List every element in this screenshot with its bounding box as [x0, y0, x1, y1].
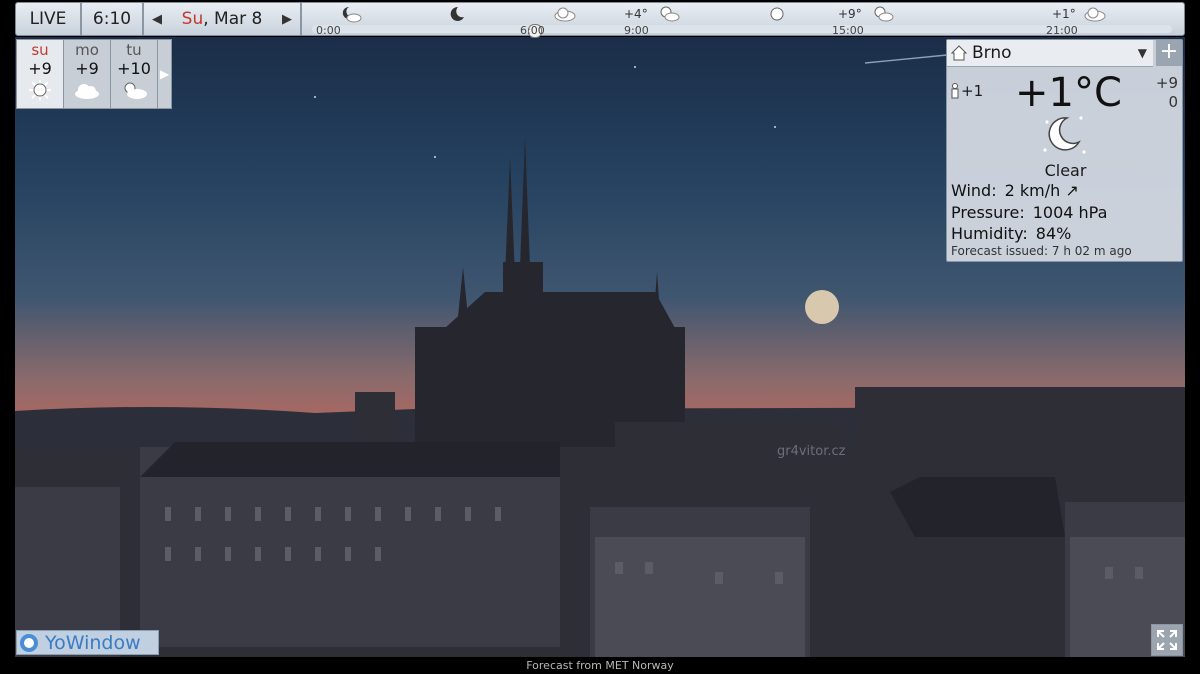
day-column[interactable]: mo +9 — [64, 40, 111, 108]
cloud-icon — [1084, 7, 1106, 22]
day-temp: +9 — [75, 59, 99, 78]
cloud-icon — [554, 7, 576, 22]
timeline-hour-label: 21:00 — [1046, 24, 1078, 37]
add-location-button[interactable]: + — [1156, 40, 1182, 66]
moon-icon — [450, 6, 464, 21]
day-name: mo — [75, 41, 99, 59]
high-low: +9 0 — [1156, 74, 1178, 112]
day-column[interactable]: su +9 — [17, 40, 64, 108]
scene-watermark: gr4vitor.cz — [777, 444, 846, 459]
day-column[interactable]: tu +10 — [111, 40, 158, 108]
forecast-source: Forecast from MET Norway — [526, 659, 674, 672]
location-selector[interactable]: Brno ▼ — [947, 40, 1153, 67]
chevron-down-icon[interactable]: ▼ — [1138, 46, 1147, 60]
moon-icon — [1043, 116, 1086, 154]
wind-value: 2 km/h — [1004, 181, 1061, 200]
fullscreen-button[interactable] — [1151, 624, 1183, 656]
forecast-issued: Forecast issued: 7 h 02 m ago — [951, 244, 1132, 258]
day-name: su — [31, 41, 49, 59]
expand-icon — [1157, 630, 1177, 650]
high-temp: +9 — [1155, 74, 1178, 92]
date-rest: , Mar 8 — [203, 9, 263, 29]
timeline-hour-label: 6:00 — [520, 24, 545, 37]
sun-icon — [29, 80, 51, 100]
moon-icon — [805, 290, 839, 324]
live-button[interactable]: LIVE — [16, 3, 82, 35]
timeline-track[interactable] — [312, 25, 1172, 33]
next-days-arrow-icon[interactable]: ▶ — [158, 40, 171, 108]
time-display[interactable]: 6:10 — [82, 3, 144, 35]
pressure-row: Pressure: 1004 hPa — [951, 203, 1107, 222]
feels-like: +1 — [949, 82, 983, 100]
humidity-label: Humidity: — [951, 224, 1028, 243]
date-label: Su, Mar 8 — [182, 9, 263, 29]
partly-cloudy-icon — [874, 6, 894, 22]
hourly-timeline[interactable]: +4° +9° +1° 0:00 6:00 9:00 15:00 21:00 — [302, 3, 1184, 38]
timeline-hour-label: 9:00 — [624, 24, 649, 37]
low-temp: 0 — [1168, 93, 1178, 111]
wind-label: Wind: — [951, 181, 997, 200]
top-bar: LIVE 6:10 ◀ Su, Mar 8 ▶ +4° +9° +1° 0:00… — [15, 2, 1185, 38]
location-name: Brno — [972, 43, 1012, 63]
condition-label: Clear — [1044, 161, 1087, 180]
person-icon — [951, 83, 959, 99]
app-name: YoWindow — [45, 631, 141, 654]
prev-day-arrow-icon[interactable]: ◀ — [152, 12, 162, 27]
day-temp: +10 — [117, 59, 151, 78]
yowindow-logo-button[interactable]: YoWindow — [16, 630, 159, 655]
timeline-temp-1: +4° — [624, 7, 648, 21]
sun-icon — [770, 7, 784, 21]
feels-like-value: +1 — [961, 82, 984, 100]
timeline-temp-2: +9° — [838, 7, 862, 21]
current-temperature: +1°C — [1015, 70, 1122, 116]
pressure-label: Pressure: — [951, 203, 1025, 222]
moon-cloud-icon — [342, 6, 362, 23]
timeline-temp-3: +1° — [1052, 7, 1076, 21]
day-temp: +9 — [28, 59, 52, 78]
timeline-hour-label: 15:00 — [832, 24, 864, 37]
wind-direction-icon: ↗ — [1065, 181, 1079, 200]
humidity-row: Humidity: 84% — [951, 224, 1071, 243]
current-weather-panel: Brno ▼ + +1 +1°C +9 0 Clear Wind: 2 km/h … — [946, 39, 1183, 262]
home-icon — [950, 45, 968, 61]
wind-row: Wind: 2 km/h ↗ — [951, 181, 1079, 200]
issued-value: 7 h 02 m ago — [1051, 244, 1132, 258]
humidity-value: 84% — [1035, 224, 1072, 243]
date-selector: ◀ Su, Mar 8 ▶ — [144, 3, 302, 35]
next-day-arrow-icon[interactable]: ▶ — [282, 12, 292, 27]
issued-label: Forecast issued: — [951, 244, 1049, 258]
daily-forecast: su +9 mo +9 tu +10 ▶ — [16, 39, 172, 109]
day-name: tu — [126, 41, 142, 59]
pressure-value: 1004 hPa — [1032, 203, 1108, 222]
partly-cloudy-icon — [124, 82, 147, 99]
timeline-hour-label: 0:00 — [316, 24, 341, 37]
partly-cloudy-icon — [660, 6, 680, 22]
yowindow-sun-icon — [20, 633, 38, 652]
cloud-icon — [75, 84, 99, 99]
date-day: Su — [181, 9, 204, 29]
